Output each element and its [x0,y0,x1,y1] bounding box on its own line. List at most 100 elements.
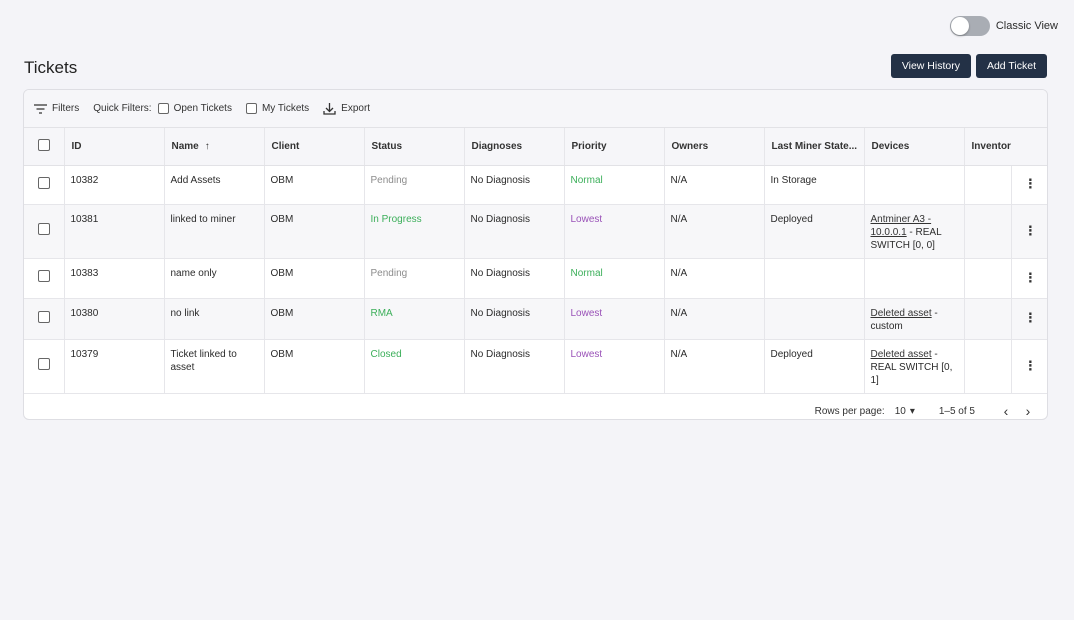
switch-knob [950,17,969,35]
cell-diagnoses: No Diagnosis [464,258,565,299]
column-header-id[interactable]: ID [64,128,165,166]
row-menu-cell: ⋮ [1011,298,1047,340]
row-select-cell [24,298,65,340]
row-select-cell [24,339,65,394]
row-checkbox[interactable] [37,310,50,323]
cell-status: Pending [364,165,465,205]
rows-per-page-value: 10 [894,405,906,417]
row-select-cell [24,204,65,259]
cell-miner-state [764,258,865,299]
classic-view-switch[interactable] [949,16,990,36]
cell-client: OBM [264,204,365,259]
cell-miner-state: Deployed [764,339,865,394]
cell-devices: Deleted asset - custom [864,298,965,340]
table-row[interactable]: 10380 no link OBM RMA No Diagnosis Lowes… [24,298,1047,340]
column-header-devices[interactable]: Devices [864,128,965,166]
cell-miner-state: Deployed [764,204,865,259]
cell-devices [864,258,965,299]
add-ticket-button[interactable]: Add Ticket [975,54,1047,78]
cell-inventory [964,339,1012,394]
open-tickets-filter[interactable]: Open Tickets [157,103,232,114]
my-tickets-label: My Tickets [261,103,310,114]
more-vertical-icon[interactable]: ⋮ [1024,358,1037,373]
cell-client: OBM [264,298,365,340]
my-tickets-filter[interactable]: My Tickets [245,103,310,114]
export-button[interactable]: Export [323,102,370,115]
cell-inventory [964,204,1012,259]
cell-owners: N/A [664,298,765,340]
page-title: Tickets [24,58,78,77]
column-header-last-miner-state[interactable]: Last Miner State... [764,128,865,166]
column-header-status[interactable]: Status [364,128,465,166]
cell-name: name only [164,258,265,299]
caret-down-icon: ▾ [909,405,915,417]
more-vertical-icon[interactable]: ⋮ [1024,310,1037,325]
table-row[interactable]: 10379 Ticket linked to asset OBM Closed … [24,339,1047,394]
row-checkbox[interactable] [37,358,50,370]
row-menu-cell: ⋮ [1011,258,1047,299]
cell-name: no link [164,298,265,340]
cell-status: RMA [364,298,465,340]
cell-miner-state [764,298,865,340]
open-tickets-label: Open Tickets [173,103,232,114]
cell-inventory [964,258,1012,299]
cell-status: Pending [364,258,465,299]
cell-name: Ticket linked to asset [164,339,265,394]
device-link[interactable]: Deleted asset [871,349,932,360]
filters-button[interactable]: Filters [34,103,79,114]
sort-arrow-up-icon: ↑ [204,140,210,152]
device-link[interactable]: Deleted asset [871,308,932,319]
cell-devices: Antminer A3 - 10.0.0.1 - REAL SWITCH [0,… [864,204,965,259]
classic-view-toggle-group: Classic View [949,16,1058,36]
tickets-table: ID Name ↑ Client Status Diagnoses Priorit… [24,128,1047,394]
cell-owners: N/A [664,204,765,259]
cell-owners: N/A [664,165,765,205]
column-header-name[interactable]: Name ↑ [164,128,265,166]
table-row[interactable]: 10383 name only OBM Pending No Diagnosis… [24,258,1047,299]
row-menu-cell: ⋮ [1011,165,1047,205]
cell-inventory [964,298,1012,340]
rows-per-page-select[interactable]: 10 ▾ [895,406,915,417]
more-vertical-icon[interactable]: ⋮ [1024,223,1037,238]
more-vertical-icon[interactable]: ⋮ [1024,176,1037,191]
cell-id: 10379 [64,339,165,394]
column-header-inventory[interactable]: Inventor [964,128,1047,166]
table-row[interactable]: 10381 linked to miner OBM In Progress No… [24,204,1047,259]
row-menu-cell: ⋮ [1011,339,1047,394]
chevron-right-icon[interactable]: › [1017,403,1039,419]
view-history-button[interactable]: View History [890,54,971,78]
cell-priority: Normal [564,165,665,205]
column-header-priority[interactable]: Priority [564,128,665,166]
cell-owners: N/A [664,339,765,394]
column-header-client[interactable]: Client [264,128,365,166]
cell-status: In Progress [364,204,465,259]
cell-client: OBM [264,339,365,394]
more-vertical-icon[interactable]: ⋮ [1024,270,1037,285]
cell-devices [864,165,965,205]
column-header-diagnoses[interactable]: Diagnoses [464,128,565,166]
table-pagination: Rows per page: 10 ▾ 1–5 of 5 ‹ › [24,394,1047,419]
row-checkbox[interactable] [37,270,50,282]
row-menu-cell: ⋮ [1011,204,1047,259]
column-header-owners[interactable]: Owners [664,128,765,166]
classic-view-label: Classic View [995,20,1058,32]
cell-priority: Lowest [564,298,665,340]
cell-priority: Lowest [564,339,665,394]
header-actions: View History Add Ticket [890,54,1047,78]
open-tickets-checkbox[interactable] [157,103,169,114]
table-header-row: ID Name ↑ Client Status Diagnoses Priorit… [24,128,1047,166]
table-row[interactable]: 10382 Add Assets OBM Pending No Diagnosi… [24,165,1047,205]
quick-filters-label: Quick Filters: [93,103,152,114]
select-all-checkbox[interactable] [37,138,50,151]
row-select-cell [24,258,65,299]
cell-devices: Deleted asset - REAL SWITCH [0, 1] [864,339,965,394]
chevron-left-icon[interactable]: ‹ [995,403,1017,419]
export-label: Export [341,103,371,114]
cell-diagnoses: No Diagnosis [464,204,565,259]
cell-id: 10380 [64,298,165,340]
row-checkbox[interactable] [37,176,50,189]
row-checkbox[interactable] [37,223,50,235]
cell-owners: N/A [664,258,765,299]
cell-client: OBM [264,165,365,205]
my-tickets-checkbox[interactable] [245,103,257,114]
